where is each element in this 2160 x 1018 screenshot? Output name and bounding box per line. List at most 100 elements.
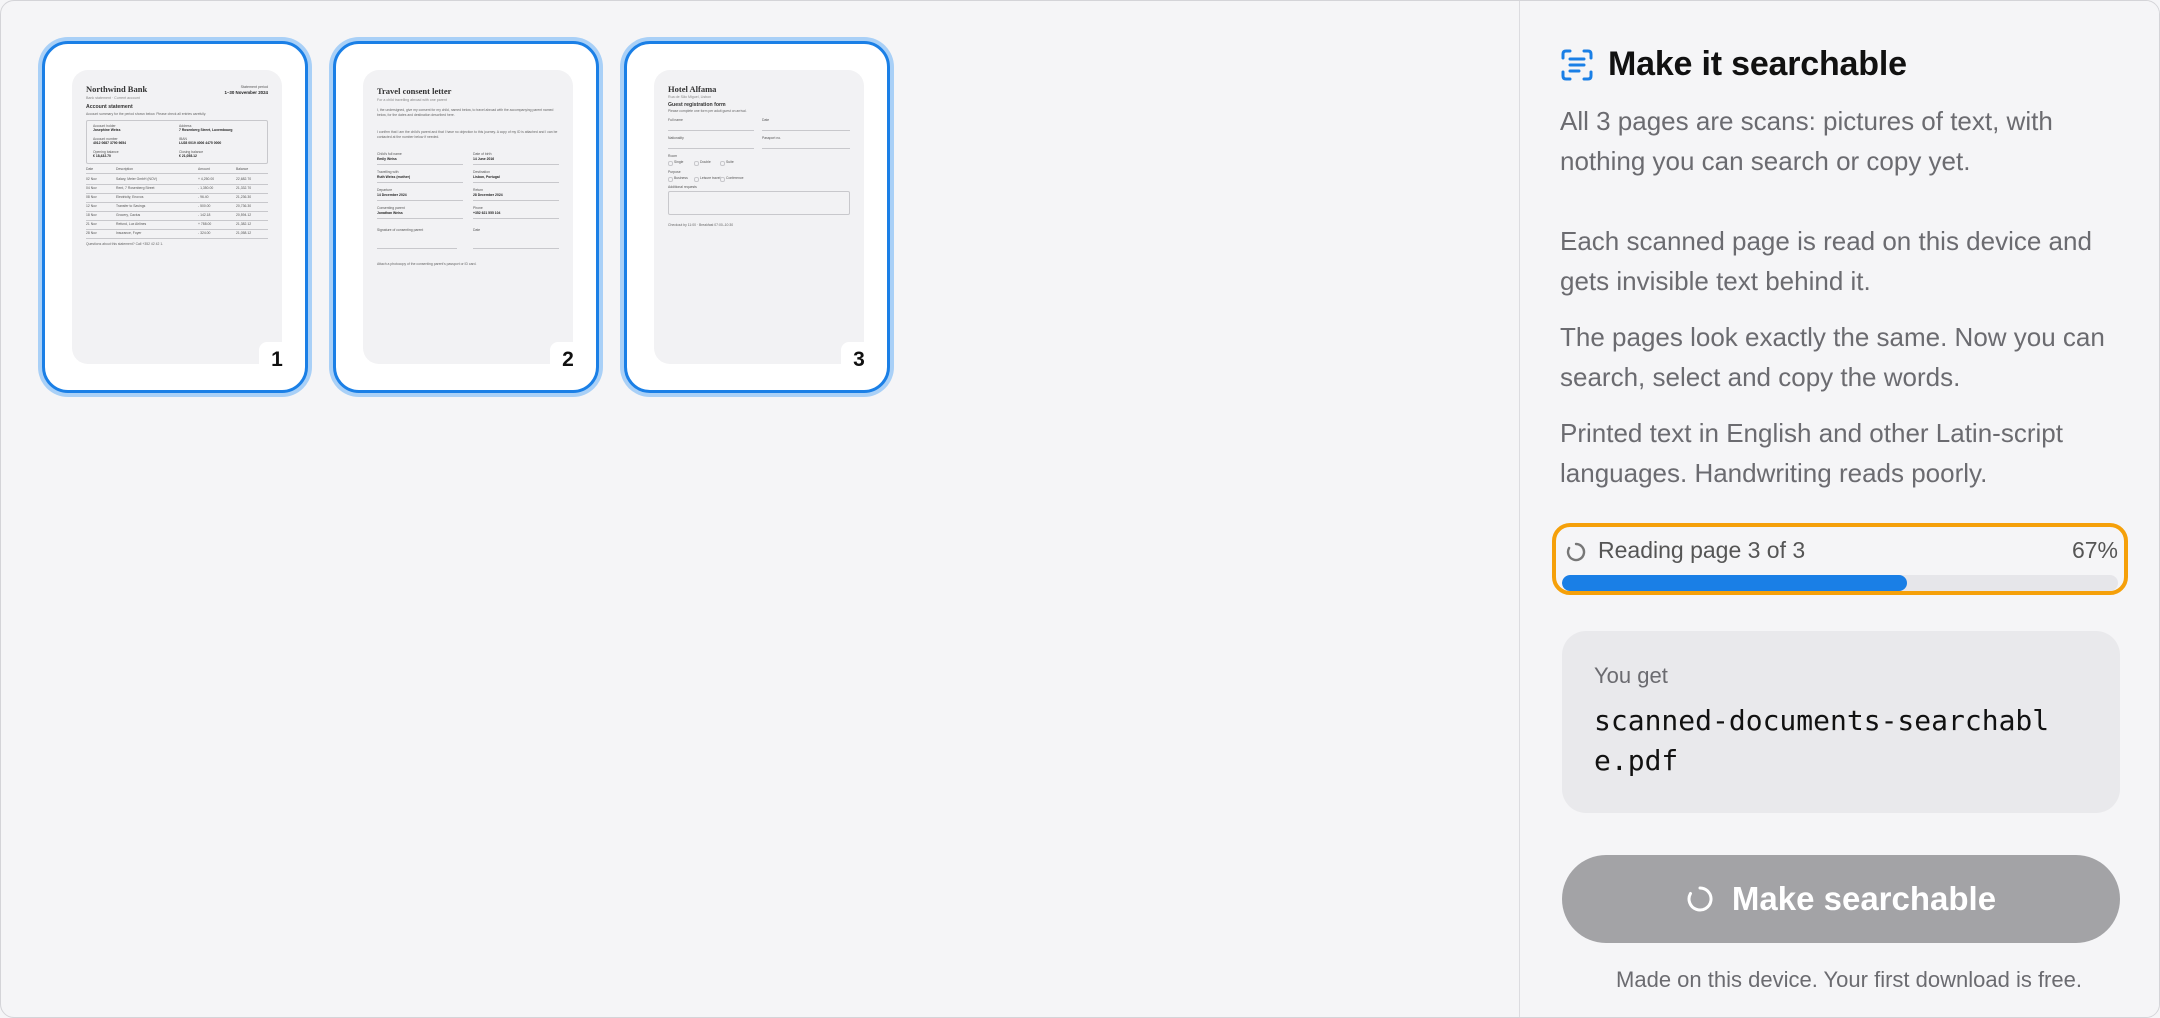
preview-rule <box>86 229 268 230</box>
preview-row-description: Grocery, Cactus <box>116 213 141 217</box>
preview-intro: Please complete one form per adult guest… <box>668 109 747 113</box>
page-grid: Northwind Bank Bank statement · Current … <box>1 1 1519 1017</box>
preview-field-value: 28 December 2024 <box>473 193 503 197</box>
preview-row-date: 12 Nov <box>86 204 97 208</box>
preview-field-label: Return <box>473 188 484 192</box>
preview-row-description: Salary, Meier GmbH (NOV) <box>116 177 158 181</box>
preview-field-label: Consenting parent <box>377 206 405 210</box>
page-preview: Northwind Bank Bank statement · Current … <box>72 70 282 364</box>
preview-row-balance: 21,058.12 <box>236 231 252 235</box>
preview-footer: Questions about this statement? Call +35… <box>86 242 164 246</box>
preview-row-amount: + 4,250.00 <box>198 177 215 181</box>
preview-row-date: 18 Nov <box>86 213 97 217</box>
preview-option-label: Suite <box>726 160 734 164</box>
preview-option-label: Business <box>674 176 688 180</box>
preview-field-value: Emily Weiss <box>377 157 397 161</box>
panel-heading: Make it searchable <box>1560 45 1907 84</box>
preview-field-label: Destination <box>473 170 490 174</box>
preview-row-date: 02 Nov <box>86 177 97 181</box>
preview-row-amount: - 1,350.00 <box>198 186 214 190</box>
preview-field-value: Lisbon, Portugal <box>473 175 500 179</box>
output-filename: scanned-documents-searchable.pdf <box>1594 704 2050 777</box>
output-card: You get scanned-documents-searchable.pdf <box>1562 631 2120 813</box>
make-searchable-label: Make searchable <box>1731 880 1997 917</box>
preview-field-label: Travelling with <box>377 170 399 174</box>
preview-checkbox <box>668 177 673 182</box>
preview-subtitle: Rua de São Miguel, Lisbon <box>668 95 712 99</box>
download-footnote: Made on this device. Your first download… <box>1616 967 2082 992</box>
preview-rule <box>86 211 268 212</box>
preview-account-box: Account holder Josephine Weiss Address 7 R… <box>86 120 268 164</box>
preview-field-label: Child's full name <box>377 152 402 156</box>
spinner-icon <box>1566 542 1586 562</box>
preview-col-description: Description <box>116 167 133 171</box>
preview-col-balance: Balance <box>236 167 249 171</box>
intro-text: All 3 pages are scans: pictures of text,… <box>1560 106 2053 176</box>
how-it-works-text: Each scanned page is read on this device… <box>1560 226 2092 296</box>
preview-option-label: Conference <box>726 176 744 180</box>
page-number-badge: 1 <box>259 342 295 378</box>
preview-field-label: Departure <box>377 188 393 192</box>
output-caption: You get <box>1594 663 1668 688</box>
preview-rule <box>377 164 463 165</box>
preview-option-label: Single <box>674 160 684 164</box>
page-preview: Travel consent letter For a child travel… <box>363 70 573 364</box>
preview-checkbox <box>694 177 699 182</box>
preview-rule <box>86 202 268 203</box>
preview-row-amount: - 96.40 <box>198 195 209 199</box>
preview-row-description: Electricity, Enovos <box>116 195 144 199</box>
progress-fill <box>1562 575 1907 591</box>
preview-date-label: Date <box>473 228 481 232</box>
progress-label: Reading page 3 of 3 <box>1598 537 1806 563</box>
preview-checkbox <box>694 161 699 166</box>
preview-rule <box>86 220 268 221</box>
preview-row-date: 21 Nov <box>86 222 97 226</box>
preview-checkbox <box>668 161 673 166</box>
preview-rule <box>473 164 559 165</box>
preview-field-value: 14 December 2024 <box>377 193 407 197</box>
text-scan-icon <box>1561 49 1593 80</box>
preview-field-label: Phone <box>473 206 483 210</box>
preview-option-label: Leisure travel <box>700 176 721 180</box>
preview-row-balance: 22,682.70 <box>236 177 252 181</box>
page-number-badge: 2 <box>550 342 586 378</box>
language-note: Printed text in English and other Latin-… <box>1560 418 2063 488</box>
preview-field-value: Ruth Weiss (mother) <box>377 175 411 179</box>
page-thumbnail-1[interactable]: Northwind Bank Bank statement · Current … <box>42 41 308 393</box>
preview-row-balance: 21,382.12 <box>236 222 252 226</box>
preview-field-value: Jonathan Weiss <box>377 211 403 215</box>
preview-row-amount: - 142.18 <box>198 213 211 217</box>
preview-row-date: 04 Nov <box>86 186 97 190</box>
preview-row-description: Rent, 7 Rosenberg Street <box>116 186 155 190</box>
page-preview: Hotel Alfama Rua de São Miguel, Lisbon G… <box>654 70 864 364</box>
result-text: The pages look exactly the same. Now you… <box>1560 322 2105 392</box>
preview-field-value: +352 621 555 104 <box>473 211 501 215</box>
preview-row-balance: 20,594.12 <box>236 213 252 217</box>
preview-row-balance: 21,332.70 <box>236 186 252 190</box>
preview-rule <box>377 218 463 219</box>
preview-option-label: Double <box>700 160 711 164</box>
preview-field-label: Date of birth <box>473 152 492 156</box>
preview-footer: Attach a photocopy of the consenting par… <box>377 262 477 266</box>
preview-row-description: Insurance, Foyer <box>116 231 142 235</box>
preview-checkbox <box>720 161 725 166</box>
app-window: Northwind Bank Bank statement · Current … <box>0 0 2160 1018</box>
progress-percent: 67% <box>2071 537 2118 563</box>
preview-row-description: Refund, Lux Airlines <box>116 222 147 226</box>
page-thumbnail-3[interactable]: Hotel Alfama Rua de São Miguel, Lisbon G… <box>624 41 890 393</box>
preview-rule <box>473 218 559 219</box>
preview-title: Travel consent letter <box>377 86 452 96</box>
preview-row-date: 28 Nov <box>86 231 97 235</box>
make-searchable-button[interactable]: Make searchable <box>1562 855 2120 943</box>
preview-subtitle: For a child travelling abroad with one p… <box>377 98 447 102</box>
preview-footer: Checkout by 11:00 · Breakfast 07:00–10:3… <box>668 223 734 227</box>
preview-title: Hotel Alfama <box>668 84 717 94</box>
preview-notes-box <box>668 191 850 215</box>
preview-checkbox <box>720 177 725 182</box>
preview-period: Statement period 1–30 November 2024 <box>224 85 268 95</box>
preview-rule <box>377 200 463 201</box>
searchable-panel: Make it searchable All 3 pages are scans… <box>1519 1 2159 1017</box>
page-thumbnail-2[interactable]: Travel consent letter For a child travel… <box>333 41 599 393</box>
progress-track <box>1562 575 2118 591</box>
preview-paragraph-2: I confirm that I am the child's parent a… <box>377 130 558 140</box>
